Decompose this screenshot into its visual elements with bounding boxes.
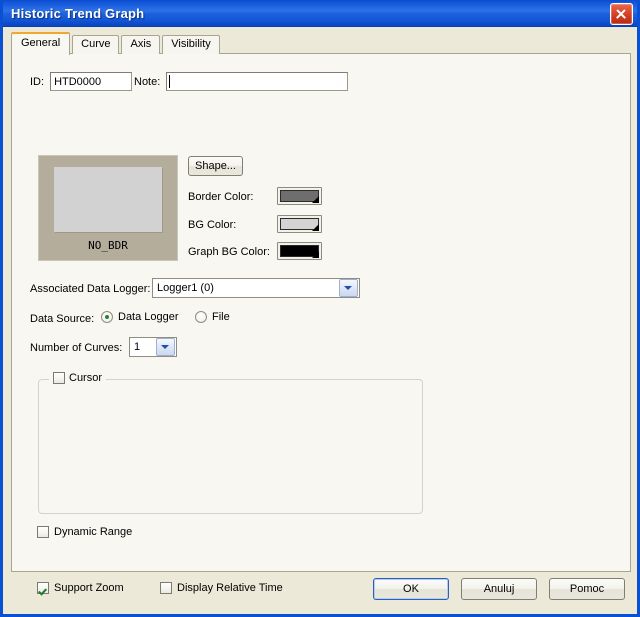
note-input[interactable] [166, 72, 349, 91]
dropdown-triangle-icon [312, 196, 319, 203]
cursor-label: Cursor [69, 372, 103, 384]
radio-file-label: File [212, 311, 230, 323]
historic-trend-graph-dialog: Historic Trend Graph General Curve Axis … [0, 0, 640, 617]
tab-visibility[interactable]: Visibility [162, 35, 220, 54]
close-icon[interactable] [610, 3, 633, 25]
tab-strip: General Curve Axis Visibility [11, 32, 222, 55]
checkbox-icon[interactable] [37, 526, 49, 538]
general-tab-panel: ID: Note: NO_BDR Shape... Border Color: … [11, 53, 631, 594]
dropdown-triangle-icon [312, 251, 319, 258]
tab-general[interactable]: General [11, 32, 71, 55]
note-field-group: Note: [134, 72, 349, 91]
associated-data-logger-select[interactable]: Logger1 (0) [152, 278, 360, 298]
cancel-button[interactable]: Anuluj [461, 578, 537, 600]
chevron-down-icon[interactable] [156, 338, 175, 356]
shape-preview-label: NO_BDR [88, 239, 128, 252]
number-of-curves-value: 1 [134, 341, 141, 353]
note-label: Note: [134, 75, 161, 88]
id-label: ID: [30, 75, 45, 88]
cursor-checkbox[interactable]: Cursor [49, 372, 107, 384]
number-of-curves-label: Number of Curves: [30, 342, 123, 354]
tab-curve[interactable]: Curve [72, 35, 120, 54]
shape-button[interactable]: Shape... [188, 156, 243, 176]
border-color-button[interactable] [277, 187, 322, 205]
dynamic-range-label: Dynamic Range [54, 526, 133, 538]
title-bar: Historic Trend Graph [3, 0, 637, 27]
window-title: Historic Trend Graph [11, 5, 145, 21]
border-color-label: Border Color: [188, 191, 254, 203]
dropdown-triangle-icon [312, 224, 319, 231]
graph-bg-color-label: Graph BG Color: [188, 246, 270, 258]
bg-color-label: BG Color: [188, 219, 237, 231]
radio-file[interactable]: File [195, 311, 230, 323]
ok-button[interactable]: OK [373, 578, 449, 600]
checkbox-icon[interactable] [53, 372, 65, 384]
associated-data-logger-label: Associated Data Logger: [30, 283, 151, 295]
radio-button-icon[interactable] [101, 311, 113, 323]
radio-data-logger-label: Data Logger [118, 311, 179, 323]
tab-axis[interactable]: Axis [121, 35, 161, 54]
shape-preview-inner [54, 167, 162, 232]
shape-preview: NO_BDR [38, 155, 178, 261]
data-source-label: Data Source: [30, 313, 95, 325]
chevron-down-icon[interactable] [339, 279, 358, 297]
id-input[interactable] [50, 72, 133, 91]
dynamic-range-checkbox[interactable]: Dynamic Range [37, 526, 132, 538]
help-button[interactable]: Pomoc [549, 578, 625, 600]
associated-data-logger-value: Logger1 (0) [157, 282, 214, 294]
radio-button-icon[interactable] [195, 311, 207, 323]
dialog-button-bar: OK Anuluj Pomoc [3, 578, 637, 610]
note-input-wrap [166, 72, 349, 91]
bg-color-button[interactable] [277, 215, 322, 233]
radio-data-logger[interactable]: Data Logger [101, 311, 179, 323]
id-field-group: ID: [30, 72, 133, 91]
number-of-curves-select[interactable]: 1 [129, 337, 177, 357]
text-caret [169, 75, 171, 88]
graph-bg-color-button[interactable] [277, 242, 322, 260]
cursor-group-box: Cursor [38, 372, 423, 514]
